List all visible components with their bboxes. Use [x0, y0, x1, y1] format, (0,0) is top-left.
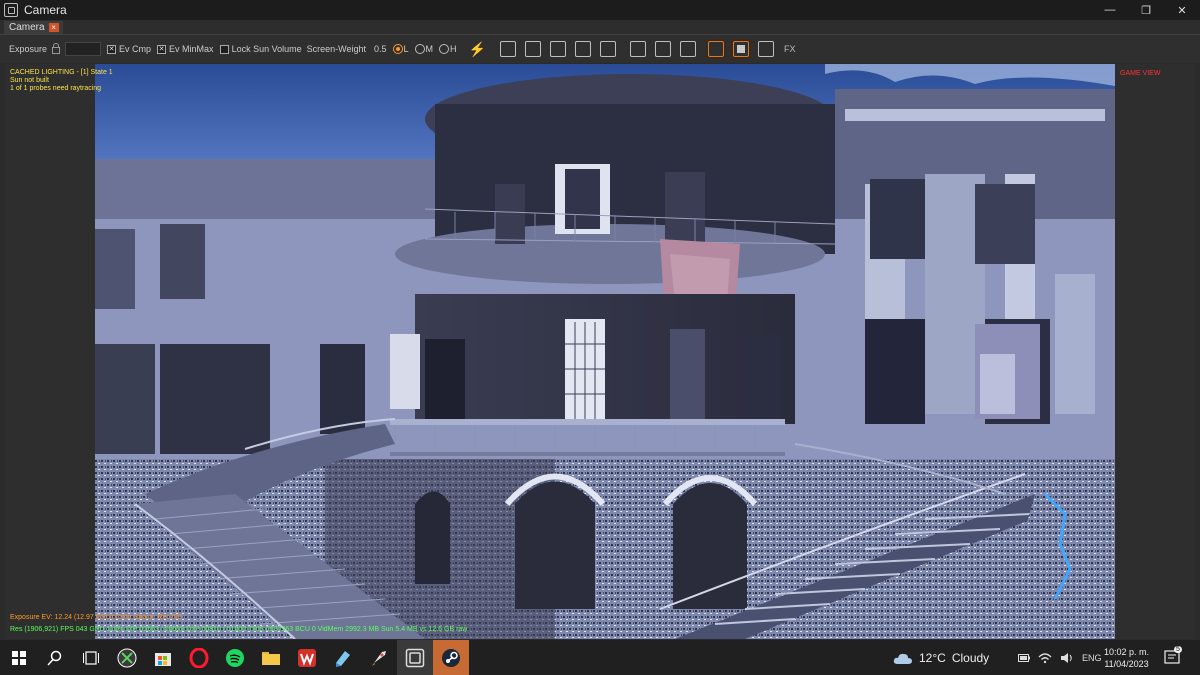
radio-h-label: H [450, 44, 457, 54]
wps-icon [298, 648, 316, 667]
opera-app[interactable] [181, 640, 217, 675]
camera-app-icon [405, 648, 425, 667]
rendered-scene[interactable] [95, 64, 1115, 639]
ev-minmax-label: Ev MinMax [169, 44, 214, 54]
screen-weight-label: Screen-Weight [306, 44, 366, 54]
opera-icon [189, 647, 209, 668]
minimize-button[interactable]: — [1092, 0, 1128, 20]
taskbar-clock[interactable]: 10:02 p. m. 11/04/2023 [1104, 646, 1149, 670]
render-stats-readout: Res (1906,921) FPS 043 GPU 110% DIP 0055… [10, 626, 468, 633]
render-settings-icon[interactable] [524, 41, 541, 57]
sun-status-text: Sun not built [10, 77, 49, 84]
tab-strip: Camera × [0, 20, 1200, 35]
lighting-status-overlay: CACHED LIGHTING - [1] State 1 Sun not bu… [10, 69, 113, 93]
clock-time: 10:02 p. m. [1104, 647, 1150, 657]
notification-count: 5 [1174, 646, 1182, 653]
steam-icon [442, 648, 460, 667]
wifi-icon[interactable] [1038, 652, 1052, 664]
ev-cmp-label: Ev Cmp [119, 44, 152, 54]
game-view-label: GAME VIEW [1120, 70, 1161, 77]
snapshot-icon[interactable] [599, 41, 616, 57]
safe-frame-toggle-icon[interactable] [732, 41, 749, 57]
exposure-ev-readout: Exposure EV: 12.24 (12.97 GPU) Color Spa… [10, 614, 182, 621]
quality-radio-h[interactable] [439, 44, 450, 54]
task-view-icon [83, 650, 99, 665]
radio-m-label: M [425, 44, 434, 54]
screen-weight-value[interactable]: 0.5 [374, 44, 387, 54]
maximize-button[interactable]: ❐ [1128, 0, 1164, 20]
collapse-arrows-icon[interactable] [654, 41, 671, 57]
rocket-app[interactable] [361, 640, 397, 675]
fit-view-icon[interactable] [679, 41, 696, 57]
microsoft-store-app[interactable] [145, 640, 181, 675]
spotify-icon [226, 648, 244, 667]
file-explorer-app[interactable] [253, 640, 289, 675]
weather-description: Cloudy [951, 650, 990, 665]
game-view-toggle-icon[interactable] [707, 41, 724, 57]
search-button[interactable] [37, 640, 73, 675]
system-tray: ENG [1018, 640, 1102, 675]
language-indicator[interactable]: ENG [1082, 653, 1102, 663]
camera-grid-icon[interactable] [499, 41, 516, 57]
app-icon [4, 3, 18, 17]
notification-center-button[interactable]: 5 [1164, 646, 1182, 669]
exposure-input[interactable] [65, 42, 102, 56]
lock-icon[interactable] [52, 43, 61, 54]
weather-widget[interactable]: 12°C Cloudy [893, 640, 989, 675]
search-icon [47, 650, 62, 666]
window-title: Camera [24, 3, 67, 17]
folder-icon [262, 651, 280, 665]
exposure-label: Exposure [9, 44, 48, 54]
quality-radio-l[interactable] [392, 44, 403, 54]
window-controls: — ❐ ✕ [1092, 0, 1200, 20]
ev-cmp-checkbox[interactable]: ✕ [107, 44, 117, 54]
ev-minmax-checkbox[interactable]: ✕ [157, 44, 167, 54]
camera-viewport[interactable]: CACHED LIGHTING - [1] State 1 Sun not bu… [5, 64, 1195, 639]
external-window-icon[interactable] [757, 41, 774, 57]
tab-close-button[interactable]: × [48, 23, 59, 32]
paint-app[interactable] [325, 640, 361, 675]
windows-logo-icon [12, 650, 26, 665]
probes-status-text: 1 of 1 probes need raytracing [10, 85, 102, 92]
close-button[interactable]: ✕ [1164, 0, 1200, 20]
start-button[interactable] [1, 640, 37, 675]
title-bar: Camera — ❐ ✕ [0, 0, 1200, 20]
clock-date: 11/04/2023 [1104, 659, 1149, 669]
store-icon [155, 652, 171, 666]
task-view-button[interactable] [73, 640, 109, 675]
expand-arrows-icon[interactable] [629, 41, 646, 57]
lock-sun-volume-label: Lock Sun Volume [231, 44, 302, 54]
lock-sun-volume-checkbox[interactable] [219, 44, 229, 54]
camera-toolbar: Exposure ✕ Ev Cmp ✕ Ev MinMax Lock Sun Vol… [0, 35, 1200, 63]
scene-render [95, 64, 1115, 639]
tab-camera[interactable]: Camera × [4, 21, 63, 34]
camera-app[interactable] [397, 640, 433, 675]
capture-icon[interactable] [574, 41, 591, 57]
tab-label: Camera [9, 22, 45, 33]
spotify-app[interactable] [217, 640, 253, 675]
radio-l-label: L [403, 44, 409, 54]
windows-taskbar: 12°C Cloudy ENG 10:02 p. m. 11/04/2023 5 [0, 640, 1200, 675]
steam-app[interactable] [433, 640, 469, 675]
volume-icon[interactable] [1060, 652, 1074, 664]
xbox-app[interactable] [109, 640, 145, 675]
rocket-icon [372, 650, 386, 666]
cached-lighting-text: CACHED LIGHTING - [1] State 1 [10, 69, 113, 76]
light-bulb-icon[interactable] [549, 41, 566, 57]
cloud-icon [893, 653, 912, 664]
wps-office-app[interactable] [289, 640, 325, 675]
weather-temperature: 12°C [919, 650, 946, 665]
lightning-icon[interactable]: ⚡ [469, 41, 486, 58]
battery-icon[interactable] [1018, 653, 1030, 663]
paint-icon [336, 650, 350, 667]
quality-radio-m[interactable] [414, 44, 425, 54]
fx-menu[interactable]: FX [784, 44, 796, 54]
xbox-icon [117, 648, 137, 667]
